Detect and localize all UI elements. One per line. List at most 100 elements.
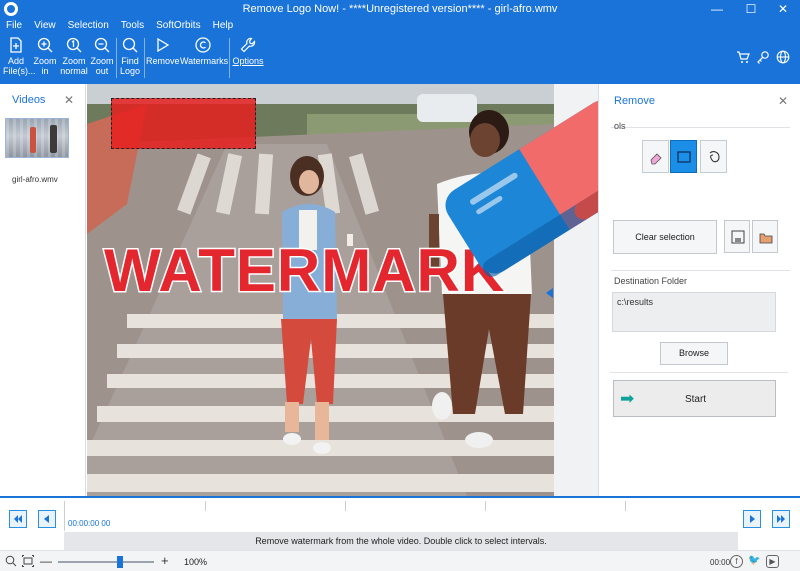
video-thumbnail-label: girl-afro.wmv [12, 175, 58, 184]
rewind-icon [14, 515, 22, 523]
menu-view[interactable]: View [34, 20, 56, 34]
browse-button[interactable]: Browse [660, 342, 728, 365]
zoom-out-button[interactable]: Zoom out [89, 36, 115, 76]
rectangle-select-icon [677, 151, 691, 163]
zoom-slider[interactable] [58, 561, 154, 563]
app-window: Remove Logo Now! - ****Unregistered vers… [0, 0, 800, 571]
zoom-normal-button[interactable]: Zoom normal [59, 36, 89, 76]
ribbon: Remove Logo Now! - ****Unregistered vers… [0, 0, 800, 84]
remove-panel-close-button[interactable]: ✕ [778, 94, 788, 108]
toolbar-divider [229, 38, 230, 78]
rectangle-tool-button[interactable] [670, 140, 697, 173]
destination-folder-label: Destination Folder [614, 276, 688, 286]
start-button-label: Start [684, 394, 707, 405]
remove-panel: Remove ✕ ols Clear selection Destination… [598, 84, 800, 496]
menu-softorbits[interactable]: SoftOrbits [156, 20, 200, 34]
destination-path-field[interactable]: c:\results [612, 292, 776, 332]
step-forward-button[interactable] [743, 510, 761, 528]
copyright-icon [195, 37, 211, 53]
status-time: 00:00 [710, 558, 731, 567]
fit-screen-icon[interactable] [22, 555, 34, 567]
options-label: Options [232, 56, 264, 66]
panel-expand-arrow[interactable] [546, 288, 553, 298]
zoom-in-icon [37, 37, 53, 53]
videos-panel-title: Videos [12, 94, 46, 106]
save-mask-button[interactable] [724, 220, 750, 253]
options-button[interactable]: Options [232, 36, 264, 66]
logo-selection-rectangle[interactable] [111, 98, 256, 149]
zoom-in-status-button[interactable]: + [161, 553, 169, 568]
menu-help[interactable]: Help [213, 20, 234, 34]
lasso-tool-button[interactable] [700, 140, 727, 173]
timeline-tick [205, 501, 206, 511]
zoom-out-status-button[interactable]: — [40, 554, 52, 568]
zoom-out-label: Zoom out [90, 56, 114, 76]
start-divider [610, 372, 788, 373]
load-mask-icon [759, 233, 773, 244]
go-end-button[interactable] [772, 510, 790, 528]
play-icon [157, 37, 170, 53]
menu-file[interactable]: File [6, 20, 22, 34]
key-icon[interactable] [756, 50, 770, 64]
wrench-icon [240, 37, 256, 53]
zoom-out-icon [94, 37, 110, 53]
facebook-icon[interactable]: f [730, 555, 743, 568]
load-mask-button[interactable] [752, 220, 778, 253]
timeline-tick [625, 501, 626, 511]
timeline-tick [345, 501, 346, 511]
step-back-icon [44, 515, 49, 523]
window-title: Remove Logo Now! - ****Unregistered vers… [242, 3, 558, 15]
step-back-button[interactable] [38, 510, 56, 528]
add-files-button[interactable]: Add File(s)... [3, 36, 36, 76]
zoom-in-label: Zoom in [33, 56, 57, 76]
add-files-label: Add File(s)... [3, 56, 36, 76]
close-button[interactable]: ✕ [766, 0, 800, 18]
thumbnail-person-left [30, 127, 36, 153]
start-button[interactable]: ➡ Start [613, 380, 776, 417]
zoom-in-button[interactable]: Zoom in [32, 36, 58, 76]
remove-label: Remove [146, 56, 180, 66]
video-thumbnail[interactable] [5, 118, 69, 158]
title-bar: Remove Logo Now! - ****Unregistered vers… [0, 0, 800, 18]
eraser-tool-button[interactable] [642, 140, 669, 173]
zoom-normal-icon [66, 37, 82, 53]
toolbar-divider [144, 38, 145, 78]
find-logo-button[interactable]: Find Logo [118, 36, 142, 76]
timeline-hint: Remove watermark from the whole video. D… [64, 532, 738, 550]
zoom-normal-label: Zoom normal [60, 56, 88, 76]
timeline-time: 00:00:00 00 [68, 519, 111, 528]
find-logo-label: Find Logo [119, 56, 141, 76]
menu-bar: File View Selection Tools SoftOrbits Hel… [6, 20, 233, 34]
status-bar: — + 100% 00:00 f 🐦 ▶ [0, 550, 800, 571]
toolbar-divider [116, 38, 117, 78]
go-start-button[interactable] [9, 510, 27, 528]
add-file-icon [10, 37, 22, 53]
zoom-search-icon[interactable] [5, 555, 17, 567]
menu-tools[interactable]: Tools [121, 20, 144, 34]
zoom-slider-thumb[interactable] [117, 556, 124, 568]
globe-icon[interactable] [776, 50, 790, 64]
timeline: 00:00:00 00 Remove watermark from the wh… [0, 496, 800, 550]
cart-icon[interactable] [736, 50, 750, 64]
ribbon-right-icons [736, 50, 790, 64]
clear-selection-button[interactable]: Clear selection [613, 220, 717, 254]
timeline-tick [485, 501, 486, 511]
remove-button[interactable]: Remove [146, 36, 180, 66]
lasso-icon [709, 151, 720, 163]
remove-panel-title: Remove [614, 95, 655, 107]
videos-panel: Videos ✕ girl-afro.wmv [0, 84, 86, 496]
watermarks-button[interactable]: Watermarks [180, 36, 229, 66]
twitter-icon[interactable]: 🐦 [748, 555, 761, 568]
zoom-level: 100% [184, 557, 208, 567]
toolbar: Add File(s)... Zoom in Zoom normal Zoom … [0, 36, 800, 82]
destination-group-divider [611, 270, 790, 271]
minimize-button[interactable]: — [700, 0, 734, 18]
watermarks-label: Watermarks [180, 56, 229, 66]
videos-panel-close-button[interactable]: ✕ [64, 93, 74, 107]
menu-selection[interactable]: Selection [68, 20, 109, 34]
maximize-button[interactable]: ☐ [734, 0, 768, 18]
timeline-track[interactable] [64, 501, 738, 531]
thumbnail-person-right [50, 125, 57, 153]
step-forward-icon [750, 515, 755, 523]
youtube-icon[interactable]: ▶ [766, 555, 779, 568]
